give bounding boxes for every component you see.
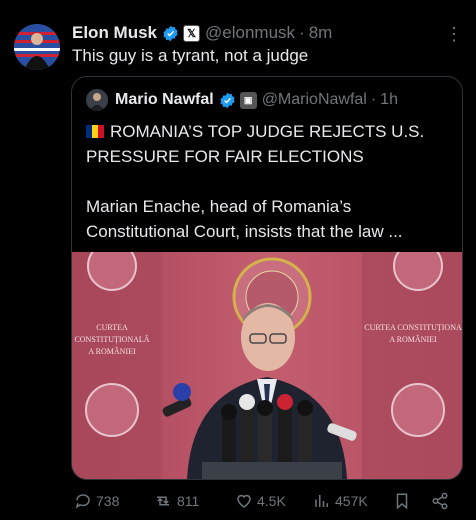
tweet-actions-bar: 738 811 4.5K 457K: [0, 486, 476, 516]
reply-icon: [75, 494, 90, 509]
author-avatar[interactable]: [14, 24, 60, 70]
quoted-time[interactable]: 1h: [380, 91, 398, 109]
share-button[interactable]: [431, 492, 453, 510]
quoted-author-handle[interactable]: @MarioNawfal: [262, 91, 367, 109]
romania-flag-icon: [86, 120, 104, 138]
repost-button[interactable]: 811: [153, 492, 199, 510]
tweet-text: This guy is a tyrant, not a judge: [72, 46, 309, 65]
views-button[interactable]: 457K: [313, 492, 368, 510]
tweet-time[interactable]: 8m: [309, 23, 333, 43]
like-button[interactable]: 4.5K: [235, 492, 286, 510]
views-icon: [315, 495, 328, 507]
reply-count: 738: [96, 493, 120, 509]
tweet-header: Elon Musk 𝕏 @elonmusk · 8m: [72, 22, 462, 44]
quoted-tweet-card[interactable]: Mario Nawfal ▣ @MarioNawfal · 1h ROMANIA…: [71, 76, 463, 480]
author-name[interactable]: Elon Musk: [72, 23, 157, 43]
like-count: 4.5K: [257, 493, 286, 509]
quoted-headline: ROMANIA’S TOP JUDGE REJECTS U.S. PRESSUR…: [86, 122, 425, 166]
reply-button[interactable]: 738: [74, 492, 119, 510]
author-handle[interactable]: @elonmusk: [205, 23, 295, 43]
photo-sign-left: CURTEA CONSTITUȚIONALĂ A ROMÂNIEI: [74, 323, 150, 356]
quoted-author-avatar[interactable]: [86, 89, 108, 111]
separator-dot: ·: [370, 91, 377, 108]
verified-icon: [162, 25, 179, 42]
affiliation-badge-icon: ▣: [239, 91, 257, 109]
views-count: 457K: [335, 493, 368, 509]
verified-icon: [219, 92, 236, 109]
share-icon: [432, 492, 448, 510]
quoted-header: Mario Nawfal ▣ @MarioNawfal · 1h: [86, 89, 398, 111]
quoted-body: Marian Enache, head of Romania’s Constit…: [86, 197, 403, 241]
more-options-icon[interactable]: ⋮: [445, 24, 463, 45]
quoted-author-name[interactable]: Mario Nawfal: [115, 91, 214, 109]
x-affiliation-icon: 𝕏: [183, 24, 201, 42]
repost-count: 811: [177, 493, 200, 509]
separator-dot: ·: [299, 23, 305, 42]
quoted-text: ROMANIA’S TOP JUDGE REJECTS U.S. PRESSUR…: [86, 119, 452, 244]
photo-sign-right: CURTEA CONSTITUȚIONA A ROMÂNIEI: [364, 323, 462, 344]
bookmark-button[interactable]: [393, 492, 415, 510]
repost-icon: [157, 496, 169, 506]
heart-icon: [237, 494, 251, 508]
bookmark-icon: [396, 493, 408, 510]
quoted-photo[interactable]: CURTEA CONSTITUȚIONALĂ A ROMÂNIEI CURTEA…: [72, 252, 462, 479]
